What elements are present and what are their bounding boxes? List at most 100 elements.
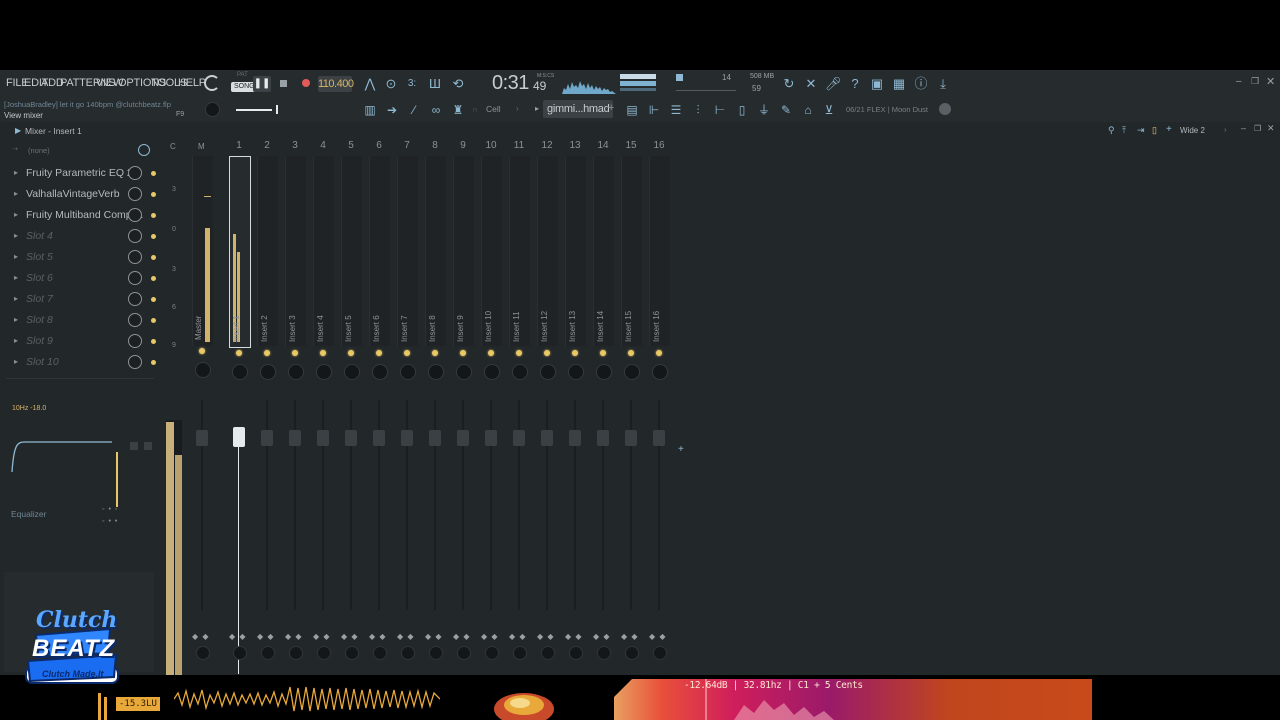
- strip-enable-led[interactable]: [628, 350, 634, 356]
- strip-pan-knob[interactable]: [428, 364, 444, 380]
- eq-band-gain[interactable]: [116, 452, 118, 507]
- strip-pan-knob[interactable]: [316, 364, 332, 380]
- slot-enable-led[interactable]: [151, 318, 156, 323]
- slot-mix-knob[interactable]: [128, 313, 142, 327]
- routing-arrows-icon[interactable]: ◆ ◆: [425, 632, 443, 641]
- mixer-strip-insert-2[interactable]: 2 Insert 2 ◆ ◆: [255, 140, 279, 674]
- latency-clock-icon[interactable]: [138, 144, 150, 156]
- mixer-strip-insert-12[interactable]: 12 Insert 12 ◆ ◆: [535, 140, 559, 674]
- browser-tree-icon[interactable]: ⊢: [712, 102, 728, 118]
- slot-mix-knob[interactable]: [128, 250, 142, 264]
- strip-enable-led[interactable]: [516, 350, 522, 356]
- panic-icon[interactable]: ✕: [803, 76, 819, 92]
- mixer-strip-insert-16[interactable]: 16 Insert 16 ◆ ◆: [647, 140, 671, 674]
- strip-enable-led[interactable]: [572, 350, 578, 356]
- pause-icon[interactable]: ❚❚: [253, 76, 271, 92]
- strip-send-knob[interactable]: [597, 646, 611, 660]
- strip-volume-fader[interactable]: [625, 430, 637, 446]
- refresh-icon[interactable]: ↻: [781, 76, 797, 92]
- strip-send-knob[interactable]: [569, 646, 583, 660]
- snap-selector[interactable]: Cell: [486, 104, 501, 114]
- strip-enable-led[interactable]: [488, 350, 494, 356]
- strip-enable-led[interactable]: [600, 350, 606, 356]
- mixer-close-icon[interactable]: ✕: [1267, 123, 1275, 134]
- eq-band-knobs[interactable]: ◦•◦: [102, 506, 121, 513]
- routing-arrows-icon[interactable]: ◆ ◆: [257, 632, 275, 641]
- mixer-layout-selector[interactable]: Wide 2: [1180, 126, 1205, 135]
- restore-icon[interactable]: ❐: [1251, 76, 1259, 87]
- file-icon[interactable]: ▯: [734, 102, 750, 118]
- effect-slot-3[interactable]: ▸ Fruity Multiband Compr...: [10, 206, 156, 226]
- mixer-toolbar-icon[interactable]: ⫶: [690, 102, 706, 118]
- strip-volume-fader[interactable]: [261, 430, 273, 446]
- mixer-strip-insert-15[interactable]: 15 Insert 15 ◆ ◆: [619, 140, 643, 674]
- routing-arrows-icon[interactable]: ◆ ◆: [229, 632, 247, 641]
- mixer-strip-insert-6[interactable]: 6 Insert 6 ◆ ◆: [367, 140, 391, 674]
- mixer-minimize-icon[interactable]: –: [1241, 123, 1246, 133]
- mixer-strip-master[interactable]: Master ◆ ◆: [190, 142, 214, 674]
- strip-enable-led[interactable]: [199, 348, 205, 354]
- strip-volume-fader[interactable]: [541, 430, 553, 446]
- mixer-up-icon[interactable]: ⤒: [1122, 125, 1126, 136]
- slot-mix-knob[interactable]: [128, 166, 142, 180]
- strip-pan-knob[interactable]: [195, 362, 211, 378]
- mixer-strip-insert-13[interactable]: 13 Insert 13 ◆ ◆: [563, 140, 587, 674]
- strip-volume-fader[interactable]: [457, 430, 469, 446]
- slot-enable-led[interactable]: [151, 192, 156, 197]
- minimize-icon[interactable]: –: [1236, 76, 1242, 87]
- routing-arrows-icon[interactable]: ◆ ◆: [593, 632, 611, 641]
- slot-mix-knob[interactable]: [128, 355, 142, 369]
- effect-slot-8[interactable]: ▸ Slot 8: [10, 311, 156, 331]
- strip-enable-led[interactable]: [292, 350, 298, 356]
- slot-enable-led[interactable]: [151, 234, 156, 239]
- strip-enable-led[interactable]: [320, 350, 326, 356]
- routing-arrows-icon[interactable]: ◆ ◆: [397, 632, 415, 641]
- strip-volume-fader[interactable]: [485, 430, 497, 446]
- eq-band-handle[interactable]: [130, 442, 138, 450]
- add-insert-icon[interactable]: +: [678, 444, 684, 455]
- mixer-strip-insert-10[interactable]: 10 Insert 10 ◆ ◆: [479, 140, 503, 674]
- mixer-layout-icon[interactable]: ▯: [1152, 125, 1157, 136]
- effect-slot-10[interactable]: ▸ Slot 10: [10, 353, 156, 373]
- strip-pan-knob[interactable]: [288, 364, 304, 380]
- eq-band-knobs[interactable]: ◦••: [102, 518, 121, 525]
- routing-arrows-icon[interactable]: ◆ ◆: [313, 632, 331, 641]
- strip-send-knob[interactable]: [196, 646, 210, 660]
- countdown-icon[interactable]: 3:: [404, 76, 420, 92]
- strip-enable-led[interactable]: [348, 350, 354, 356]
- routing-arrows-icon[interactable]: ◆ ◆: [285, 632, 303, 641]
- routing-arrows-icon[interactable]: ◆ ◆: [509, 632, 527, 641]
- channel-rack-toolbar-icon[interactable]: ☰: [668, 102, 684, 118]
- mixer-strip-insert-5[interactable]: 5 Insert 5 ◆ ◆: [339, 140, 363, 674]
- pencil-icon[interactable]: ✎: [778, 102, 794, 118]
- main-volume-knob[interactable]: [205, 102, 220, 117]
- strip-send-knob[interactable]: [653, 646, 667, 660]
- effect-slot-5[interactable]: ▸ Slot 5: [10, 248, 156, 268]
- strip-enable-led[interactable]: [544, 350, 550, 356]
- slot-enable-led[interactable]: [151, 297, 156, 302]
- strip-pan-knob[interactable]: [400, 364, 416, 380]
- metronome-icon[interactable]: ⋀: [362, 76, 378, 92]
- magnet-icon[interactable]: ∩: [472, 105, 478, 114]
- strip-send-knob[interactable]: [317, 646, 331, 660]
- slot-mix-knob[interactable]: [128, 292, 142, 306]
- mixer-strip-insert-9[interactable]: 9 Insert 9 ◆ ◆: [451, 140, 475, 674]
- main-pitch-slider[interactable]: [236, 109, 272, 111]
- strip-pan-knob[interactable]: [624, 364, 640, 380]
- strip-volume-fader[interactable]: [373, 430, 385, 446]
- slot-mix-knob[interactable]: [128, 271, 142, 285]
- slot-mix-knob[interactable]: [128, 208, 142, 222]
- slot-enable-led[interactable]: [151, 360, 156, 365]
- strip-enable-led[interactable]: [432, 350, 438, 356]
- mixer-strip-insert-14[interactable]: 14 Insert 14 ◆ ◆: [591, 140, 615, 674]
- info-icon[interactable]: ⓘ: [913, 76, 929, 92]
- mixer-strip-insert-11[interactable]: 11 Insert 11 ◆ ◆: [507, 140, 531, 674]
- help-icon[interactable]: ?: [847, 76, 863, 92]
- strip-enable-led[interactable]: [264, 350, 270, 356]
- slot-enable-led[interactable]: [151, 339, 156, 344]
- playlist-icon[interactable]: ▤: [624, 102, 640, 118]
- strip-pan-knob[interactable]: [484, 364, 500, 380]
- routing-arrows-icon[interactable]: ◆ ◆: [453, 632, 471, 641]
- link-icon[interactable]: ∞: [428, 102, 444, 118]
- piano-roll-toolbar-icon[interactable]: ⊩: [646, 102, 662, 118]
